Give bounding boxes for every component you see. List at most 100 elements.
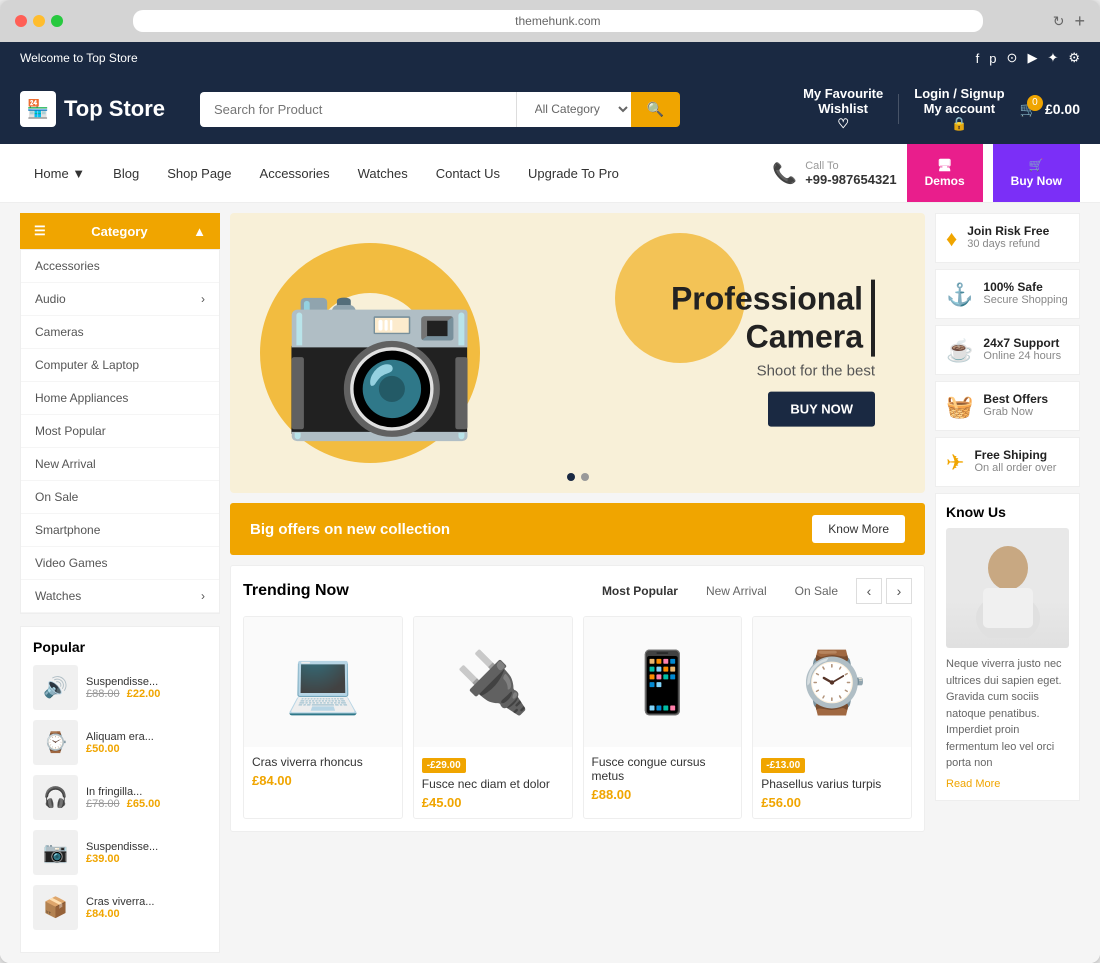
buy-now-button[interactable]: 🛒 Buy Now [993, 144, 1080, 202]
feature-text-5: Free Shiping On all order over [974, 448, 1056, 474]
nav-watches[interactable]: Watches [344, 152, 422, 195]
popular-img-2: ⌚ [33, 720, 78, 765]
nav-upgrade[interactable]: Upgrade To Pro [514, 152, 633, 195]
popular-info-5: Cras viverra... £84.00 [86, 896, 154, 920]
hero-cta-button[interactable]: BUY NOW [768, 391, 875, 426]
nav-contact[interactable]: Contact Us [422, 152, 514, 195]
know-us-title: Know Us [946, 504, 1069, 520]
youtube-icon[interactable]: ▶ [1027, 50, 1037, 66]
browser-dots [15, 15, 63, 27]
site-header: 🏪 Top Store All Category 🔍 My Favourite … [0, 74, 1100, 144]
category-most-popular[interactable]: Most Popular [21, 415, 219, 448]
price-old-1: £88.00 [86, 688, 120, 700]
add-tab-button[interactable]: + [1074, 11, 1085, 32]
category-watches[interactable]: Watches › [21, 580, 219, 613]
demos-button[interactable]: 🖥 Demos [907, 144, 983, 202]
read-more-link[interactable]: Read More [946, 778, 1069, 790]
category-audio[interactable]: Audio › [21, 283, 219, 316]
nav-accessories[interactable]: Accessories [246, 152, 344, 195]
hero-text: ProfessionalCamera Shoot for the best BU… [671, 280, 875, 427]
logo[interactable]: 🏪 Top Store [20, 91, 180, 127]
price-new-5: £84.00 [86, 908, 120, 920]
search-button[interactable]: 🔍 [631, 92, 680, 127]
filter-new-arrival[interactable]: New Arrival [696, 580, 777, 602]
category-computer[interactable]: Computer & Laptop [21, 349, 219, 382]
next-button[interactable]: › [886, 578, 912, 604]
popular-info-1: Suspendisse... £88.00 £22.00 [86, 676, 160, 700]
popular-name-2: Aliquam era... [86, 731, 154, 743]
product-card-2[interactable]: 🔌 -£29.00 Fusce nec diam et dolor £45.00 [413, 616, 573, 819]
category-video-games[interactable]: Video Games [21, 547, 219, 580]
filter-most-popular[interactable]: Most Popular [592, 580, 688, 602]
coffee-icon: ☕ [946, 338, 973, 364]
slider-dot-1[interactable] [567, 473, 575, 481]
popular-item-2[interactable]: ⌚ Aliquam era... £50.00 [33, 720, 207, 765]
instagram-icon[interactable]: ⊙ [1007, 50, 1018, 66]
filter-on-sale[interactable]: On Sale [785, 580, 848, 602]
product-img-4: ⌚ [753, 617, 911, 747]
price-new-1: £22.00 [127, 688, 161, 700]
popular-prices-5: £84.00 [86, 908, 154, 920]
product-name-2: Fusce nec diam et dolor [422, 777, 564, 791]
hero-title: ProfessionalCamera [671, 280, 875, 357]
search-input[interactable] [200, 92, 516, 127]
nav-shop[interactable]: Shop Page [153, 152, 245, 195]
nav-blog[interactable]: Blog [99, 152, 153, 195]
products-grid: 💻 Cras viverra rhoncus £84.00 🔌 -£29.00 … [243, 616, 912, 819]
diamond-icon: ♦ [946, 226, 957, 252]
demos-label: Demos [925, 174, 965, 188]
category-accessories[interactable]: Accessories [21, 250, 219, 283]
logo-icon: 🏪 [20, 91, 56, 127]
close-dot[interactable] [15, 15, 27, 27]
reload-icon[interactable]: ↻ [1053, 13, 1065, 30]
prev-button[interactable]: ‹ [856, 578, 882, 604]
slider-dot-2[interactable] [581, 473, 589, 481]
address-bar[interactable]: themehunk.com [133, 10, 983, 32]
facebook-icon[interactable]: f [976, 51, 980, 66]
popular-item-5[interactable]: 📦 Cras viverra... £84.00 [33, 885, 207, 930]
header-actions: My Favourite Wishlist ♡ Login / Signup M… [803, 86, 1080, 132]
category-smartphone[interactable]: Smartphone [21, 514, 219, 547]
pinterest-icon[interactable]: p [989, 51, 996, 66]
anchor-icon: ⚓ [946, 282, 973, 308]
product-card-4[interactable]: ⌚ -£13.00 Phasellus varius turpis £56.00 [752, 616, 912, 819]
fullscreen-dot[interactable] [51, 15, 63, 27]
center-content: 📷 ProfessionalCamera Shoot for the best … [230, 213, 925, 953]
popular-title: Popular [33, 639, 207, 655]
know-more-button[interactable]: Know More [812, 515, 905, 543]
product-card-3[interactable]: 📱 Fusce congue cursus metus £88.00 [583, 616, 743, 819]
star-icon[interactable]: ✦ [1047, 50, 1058, 66]
popular-item-4[interactable]: 📷 Suspendisse... £39.00 [33, 830, 207, 875]
account-area[interactable]: Login / Signup My account 🔒 [914, 86, 1004, 132]
category-home-appliances[interactable]: Home Appliances [21, 382, 219, 415]
wishlist-area[interactable]: My Favourite Wishlist ♡ [803, 86, 883, 132]
feature-sub-5: On all order over [974, 462, 1056, 474]
settings-icon[interactable]: ⚙ [1068, 50, 1080, 66]
feature-sub-2: Secure Shopping [983, 294, 1067, 306]
product-card-1[interactable]: 💻 Cras viverra rhoncus £84.00 [243, 616, 403, 819]
popular-name-4: Suspendisse... [86, 841, 158, 853]
cart-area[interactable]: 🛒 0 £0.00 [1020, 101, 1080, 118]
popular-name-1: Suspendisse... [86, 676, 160, 688]
category-cameras[interactable]: Cameras [21, 316, 219, 349]
chevron-up-icon: ▲ [193, 224, 206, 239]
popular-item-3[interactable]: 🎧 In fringilla... £78.00 £65.00 [33, 775, 207, 820]
nav-home[interactable]: Home ▼ [20, 152, 99, 195]
category-list: Accessories Audio › Cameras Computer & L… [20, 249, 220, 614]
feature-text-1: Join Risk Free 30 days refund [967, 224, 1049, 250]
category-new-arrival[interactable]: New Arrival [21, 448, 219, 481]
category-select[interactable]: All Category [516, 92, 631, 127]
search-bar: All Category 🔍 [200, 92, 680, 127]
trending-filters: Most Popular New Arrival On Sale ‹ › [592, 578, 912, 604]
feature-sub-4: Grab Now [983, 406, 1048, 418]
category-on-sale[interactable]: On Sale [21, 481, 219, 514]
call-info: Call To +99-987654321 [805, 160, 896, 187]
product-img-3: 📱 [584, 617, 742, 747]
buy-now-label: Buy Now [1011, 174, 1062, 188]
header-divider [898, 94, 899, 124]
feature-title-5: Free Shiping [974, 448, 1056, 462]
call-number: +99-987654321 [805, 172, 896, 187]
know-us-section: Know Us Neque viverra justo nec ultrices… [935, 493, 1080, 801]
popular-item-1[interactable]: 🔊 Suspendisse... £88.00 £22.00 [33, 665, 207, 710]
minimize-dot[interactable] [33, 15, 45, 27]
